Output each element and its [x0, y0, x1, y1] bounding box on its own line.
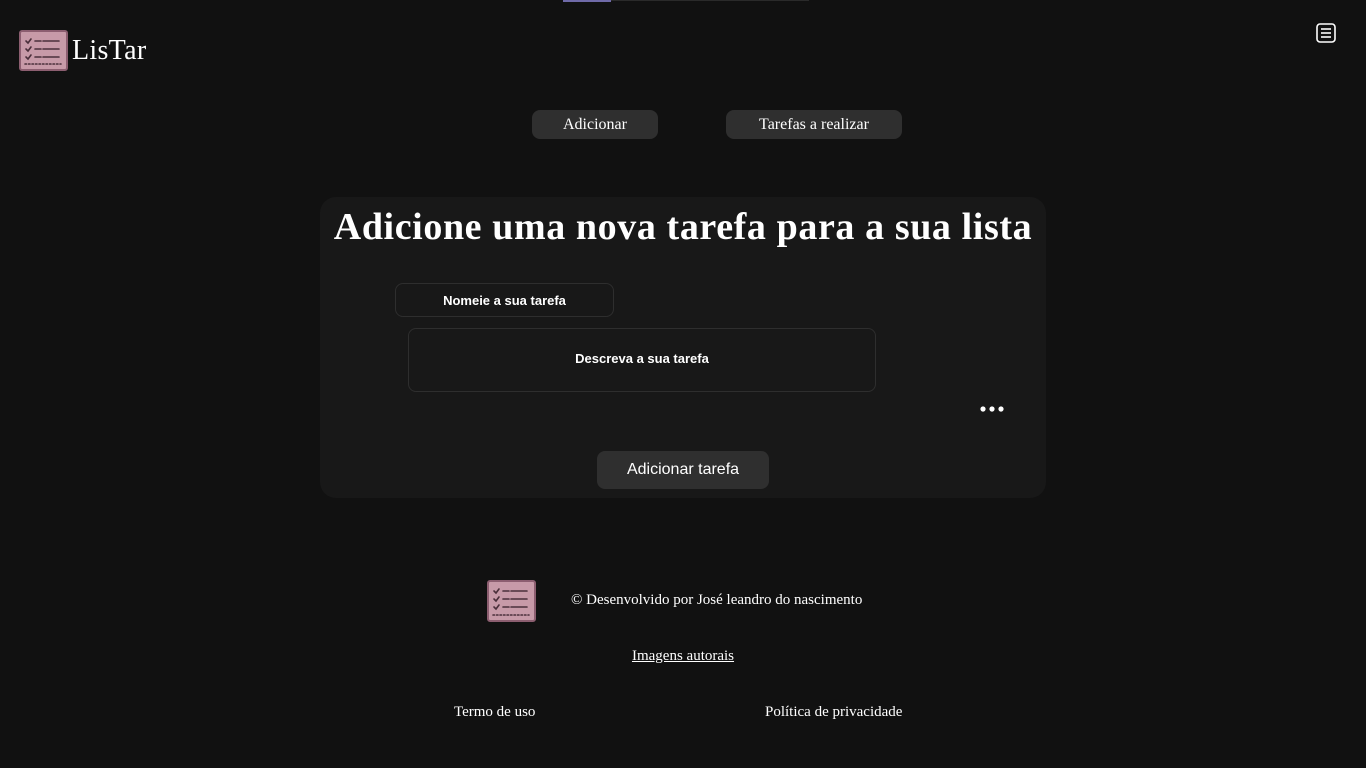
- top-scroll-track: [611, 0, 809, 1]
- terms-link[interactable]: Termo de uso: [454, 704, 535, 721]
- nav-add-button[interactable]: Adicionar: [532, 110, 658, 139]
- brand-logo[interactable]: LisTar: [19, 30, 146, 71]
- add-task-button[interactable]: Adicionar tarefa: [597, 451, 769, 489]
- add-task-card: Adicione uma nova tarefa para a sua list…: [320, 197, 1046, 498]
- brand-name: LisTar: [72, 34, 147, 66]
- main-nav: Adicionar Tarefas a realizar: [0, 110, 1366, 139]
- checklist-icon: [19, 30, 68, 71]
- nav-tasks-button[interactable]: Tarefas a realizar: [726, 110, 902, 139]
- hamburger-menu-icon[interactable]: [1315, 22, 1337, 44]
- more-horizontal-icon[interactable]: [978, 399, 1006, 419]
- privacy-link[interactable]: Política de privacidade: [765, 704, 902, 721]
- footer-credit: © Desenvolvido por José leandro do nasci…: [571, 592, 863, 608]
- footer-images-row: Imagens autorais: [0, 648, 1366, 665]
- top-scroll-indicator: [563, 0, 611, 2]
- checklist-icon: [487, 580, 536, 622]
- task-description-input[interactable]: [408, 328, 876, 392]
- form-title: Adicione uma nova tarefa para a sua list…: [333, 206, 1033, 248]
- images-link[interactable]: Imagens autorais: [632, 648, 734, 664]
- task-name-input[interactable]: [395, 283, 614, 317]
